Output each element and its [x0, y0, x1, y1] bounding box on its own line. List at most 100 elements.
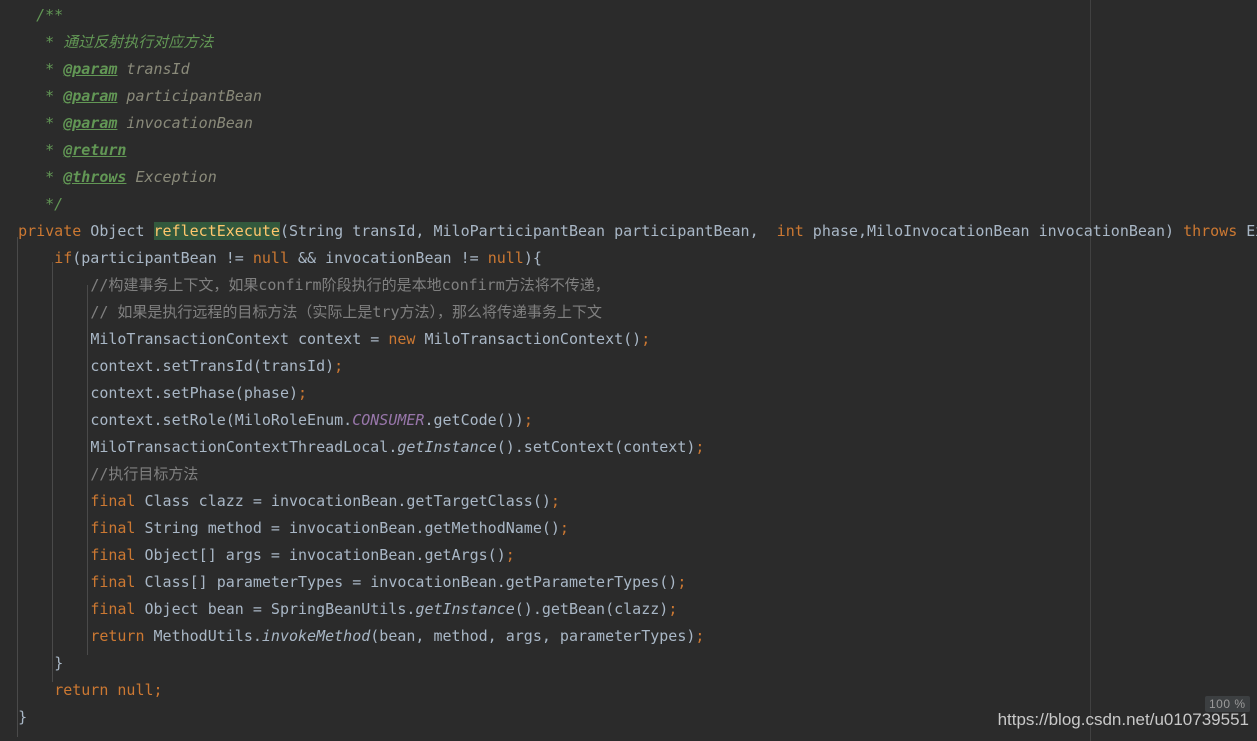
code-token: getInstance — [397, 438, 497, 456]
code-token: //执行目标方法 — [90, 465, 199, 483]
code-line[interactable]: */ — [0, 191, 1257, 218]
code-token: (participantBean != — [72, 249, 253, 267]
code-token: ; — [668, 600, 678, 618]
code-token: MiloTransactionContext context = — [90, 330, 389, 348]
code-token: /** — [36, 6, 64, 24]
code-token: private — [18, 222, 82, 240]
code-token: && invocationBean != — [289, 249, 488, 267]
code-line[interactable]: * @param invocationBean — [0, 110, 1257, 137]
code-token: invocationBean — [117, 114, 253, 132]
code-token: Class[] parameterTypes = invocationBean.… — [135, 573, 678, 591]
code-token: .getCode()) — [424, 411, 524, 429]
code-line[interactable]: * @throws Exception — [0, 164, 1257, 191]
code-token: return — [54, 681, 109, 699]
code-token: @param — [63, 60, 118, 78]
code-line[interactable]: context.setTransId(transId); — [0, 353, 1257, 380]
code-token: Exception — [126, 168, 217, 186]
code-token: return — [90, 627, 145, 645]
code-token: final — [90, 600, 136, 618]
code-token: null — [487, 249, 524, 267]
code-token: (bean, method, args, parameterTypes) — [370, 627, 696, 645]
code-line[interactable]: //执行目标方法 — [0, 461, 1257, 488]
code-token: * — [45, 141, 64, 159]
code-token: if — [54, 249, 73, 267]
code-token: ().getBean(clazz) — [514, 600, 669, 618]
code-token: ; — [505, 546, 515, 564]
code-token: final — [90, 519, 136, 537]
code-token: MethodUtils. — [144, 627, 262, 645]
code-token: * — [45, 87, 64, 105]
code-token: ; — [334, 357, 344, 375]
code-token: context.setRole(MiloRoleEnum. — [90, 411, 353, 429]
code-token: ; — [153, 681, 163, 699]
code-line[interactable]: if(participantBean != null && invocation… — [0, 245, 1257, 272]
code-token: * — [45, 168, 64, 186]
code-line[interactable]: // 如果是执行远程的目标方法（实际上是try方法），那么将传递事务上下文 — [0, 299, 1257, 326]
code-token: Class clazz = invocationBean.getTargetCl… — [135, 492, 551, 510]
code-line[interactable]: * @param transId — [0, 56, 1257, 83]
code-token: */ — [45, 195, 64, 213]
code-token: * — [45, 60, 64, 78]
code-token: final — [90, 492, 136, 510]
code-token: null — [252, 249, 289, 267]
code-line[interactable]: } — [0, 650, 1257, 677]
code-token: } — [18, 708, 28, 726]
code-token: ; — [298, 384, 308, 402]
code-token: new — [388, 330, 416, 348]
code-token: String method = invocationBean.getMethod… — [135, 519, 560, 537]
code-token: final — [90, 546, 136, 564]
code-token: ; — [559, 519, 569, 537]
code-token: (String transId, MiloParticipantBean par… — [279, 222, 777, 240]
code-token: // 如果是执行远程的目标方法（实际上是try方法），那么将传递事务上下文 — [90, 303, 603, 321]
code-line[interactable]: return MethodUtils.invokeMethod(bean, me… — [0, 623, 1257, 650]
code-line[interactable]: final Object[] args = invocationBean.get… — [0, 542, 1257, 569]
code-token: //构建事务上下文，如果confirm阶段执行的是本地confirm方法将不传递… — [90, 276, 610, 294]
code-line[interactable]: final String method = invocationBean.get… — [0, 515, 1257, 542]
code-line[interactable]: private Object reflectExecute(String tra… — [0, 218, 1257, 245]
code-line[interactable]: * @param participantBean — [0, 83, 1257, 110]
code-line[interactable]: //构建事务上下文，如果confirm阶段执行的是本地confirm方法将不传递… — [0, 272, 1257, 299]
code-token: ){ — [523, 249, 542, 267]
code-token: * — [45, 114, 64, 132]
code-token: throws — [1183, 222, 1238, 240]
code-token: MiloTransactionContext() — [415, 330, 642, 348]
code-token: int — [776, 222, 804, 240]
code-token: ; — [550, 492, 560, 510]
code-line[interactable]: /** — [0, 2, 1257, 29]
code-token: context.setTransId(transId) — [90, 357, 335, 375]
code-token: @throws — [63, 168, 127, 186]
code-token: @param — [63, 114, 118, 132]
code-token: * 通过反射执行对应方法 — [45, 33, 214, 51]
code-token: participantBean — [117, 87, 262, 105]
code-line[interactable]: final Class[] parameterTypes = invocatio… — [0, 569, 1257, 596]
code-line[interactable]: context.setRole(MiloRoleEnum.CONSUMER.ge… — [0, 407, 1257, 434]
code-line[interactable]: final Object bean = SpringBeanUtils.getI… — [0, 596, 1257, 623]
code-token: @return — [63, 141, 127, 159]
code-token: null — [117, 681, 154, 699]
code-token: final — [90, 573, 136, 591]
code-token: CONSUMER — [352, 411, 425, 429]
code-token: Object — [81, 222, 154, 240]
code-line[interactable]: * 通过反射执行对应方法 — [0, 29, 1257, 56]
code-line[interactable]: context.setPhase(phase); — [0, 380, 1257, 407]
code-token: ; — [695, 438, 705, 456]
code-token: Exception { — [1246, 222, 1257, 240]
code-editor[interactable]: /** * 通过反射执行对应方法 * @param transId * @par… — [0, 0, 1257, 741]
code-token: } — [54, 654, 64, 672]
code-line[interactable]: MiloTransactionContext context = new Mil… — [0, 326, 1257, 353]
code-content[interactable]: /** * 通过反射执行对应方法 * @param transId * @par… — [0, 2, 1257, 731]
code-token: @param — [63, 87, 118, 105]
code-token: ().setContext(context) — [496, 438, 696, 456]
code-line[interactable]: final Class clazz = invocationBean.getTa… — [0, 488, 1257, 515]
code-line[interactable]: * @return — [0, 137, 1257, 164]
code-line[interactable]: MiloTransactionContextThreadLocal.getIns… — [0, 434, 1257, 461]
code-line[interactable]: return null; — [0, 677, 1257, 704]
code-token: MiloTransactionContextThreadLocal. — [90, 438, 398, 456]
code-token: invokeMethod — [261, 627, 371, 645]
watermark-url: https://blog.csdn.net/u010739551 — [997, 710, 1249, 729]
code-token: Object bean = SpringBeanUtils. — [135, 600, 416, 618]
code-token: ; — [523, 411, 533, 429]
code-token: context.setPhase(phase) — [90, 384, 299, 402]
code-token: transId — [117, 60, 190, 78]
code-token: phase,MiloInvocationBean invocationBean) — [803, 222, 1184, 240]
